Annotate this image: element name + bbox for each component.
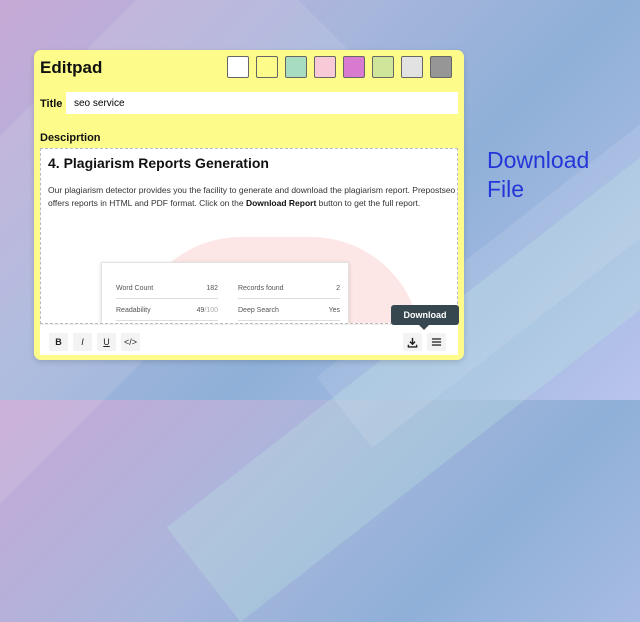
color-swatch-purple[interactable]	[343, 56, 365, 78]
word-count-stat: Word Count 182	[116, 285, 218, 299]
color-swatches	[227, 56, 452, 78]
stat-label: Records found	[238, 285, 284, 292]
code-button[interactable]: </>	[121, 333, 140, 351]
stat-label: Readability	[116, 307, 151, 314]
color-swatch-green[interactable]	[285, 56, 307, 78]
editor-toolbar: B I U </>	[40, 324, 458, 355]
editpad-logo: Editpad	[40, 58, 103, 77]
download-button[interactable]	[403, 333, 422, 351]
download-tooltip: Download	[391, 305, 459, 330]
bold-button[interactable]: B	[49, 333, 68, 351]
title-label: Title	[40, 98, 63, 110]
callout-line: Download	[487, 147, 590, 173]
menu-icon	[431, 338, 442, 346]
download-file-callout: Download File	[487, 146, 589, 204]
stat-label: Word Count	[116, 285, 154, 292]
underline-button[interactable]: U	[97, 333, 116, 351]
stat-value: 49/100	[197, 307, 218, 314]
callout-line: File	[487, 176, 525, 202]
stat-value: 182	[206, 285, 218, 292]
description-editor[interactable]: 4. Plagiarism Reports Generation Our pla…	[40, 148, 458, 324]
readability-max: /100	[204, 307, 218, 314]
color-swatch-yellow[interactable]	[256, 56, 278, 78]
color-swatch-white[interactable]	[227, 56, 249, 78]
report-preview-image: Word Count 182 Records found 2 Readabili…	[101, 262, 349, 323]
menu-button[interactable]	[427, 333, 446, 351]
color-swatch-gray[interactable]	[430, 56, 452, 78]
paragraph-text: button to get the full report.	[316, 198, 421, 208]
paragraph-bold-text: Download Report	[245, 198, 317, 208]
deep-search-stat: Deep Search Yes	[238, 307, 340, 321]
title-input[interactable]	[66, 92, 458, 114]
download-icon	[407, 337, 418, 348]
content-paragraph: Our plagiarism detector provides you the…	[48, 184, 456, 210]
color-swatch-light-gray[interactable]	[401, 56, 423, 78]
color-swatch-pink[interactable]	[314, 56, 336, 78]
stat-label: Deep Search	[238, 307, 279, 314]
italic-button[interactable]: I	[73, 333, 92, 351]
color-swatch-lime[interactable]	[372, 56, 394, 78]
stat-value: Yes	[328, 307, 340, 314]
records-found-stat: Records found 2	[238, 285, 340, 299]
content-heading: 4. Plagiarism Reports Generation	[48, 155, 269, 171]
description-label: Desciprtion	[40, 132, 101, 144]
readability-stat: Readability 49/100	[116, 307, 218, 321]
stat-value: 2	[336, 285, 340, 292]
